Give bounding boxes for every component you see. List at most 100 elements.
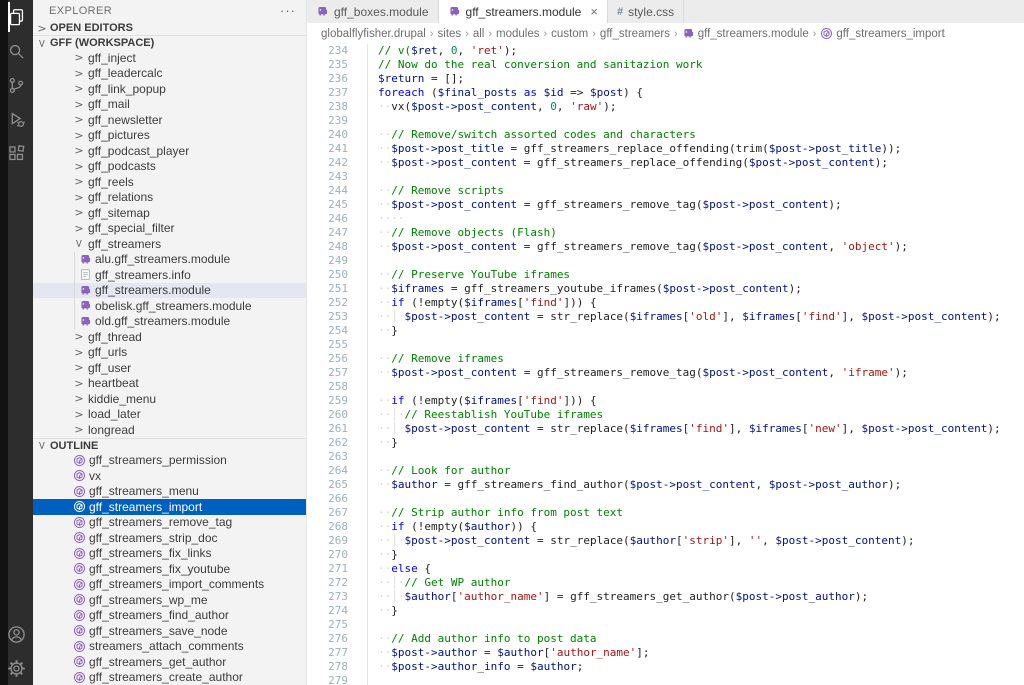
tree-item-gff_streamers.info[interactable]: gff_streamers.info bbox=[33, 267, 306, 283]
tree-item-gff_streamers.module[interactable]: gff_streamers.module bbox=[33, 283, 306, 299]
line-number[interactable]: 259 bbox=[307, 394, 348, 408]
activity-explorer-icon[interactable] bbox=[0, 0, 33, 34]
outline-item-gff_streamers_permission[interactable]: gff_streamers_permission bbox=[33, 453, 306, 469]
code-line[interactable]: 247··// Remove objects (Flash) bbox=[307, 226, 1024, 240]
code-line[interactable]: 254··} bbox=[307, 324, 1024, 338]
outline-item-gff_streamers_menu[interactable]: gff_streamers_menu bbox=[33, 484, 306, 500]
activity-search-icon[interactable] bbox=[0, 34, 33, 68]
line-number[interactable]: 256 bbox=[307, 352, 348, 366]
tree-item-gff_leadercalc[interactable]: >gff_leadercalc bbox=[33, 66, 306, 82]
tree-item-gff_podcast_player[interactable]: >gff_podcast_player bbox=[33, 143, 306, 159]
code-line[interactable]: 246···· bbox=[307, 212, 1024, 226]
code-editor[interactable]: 234// v($ret, 0, 'ret');235// Now do the… bbox=[307, 44, 1024, 685]
section-workspace[interactable]: > GFF (WORKSPACE) bbox=[33, 35, 306, 50]
breadcrumb-item-modules[interactable]: modules bbox=[496, 28, 539, 40]
tree-item-gff_user[interactable]: >gff_user bbox=[33, 360, 306, 376]
code-line[interactable]: 257··$post->post_content = gff_streamers… bbox=[307, 366, 1024, 380]
outline-item-gff_streamers_find_author[interactable]: gff_streamers_find_author bbox=[33, 608, 306, 624]
tree-item-old.gff_streamers.module[interactable]: old.gff_streamers.module bbox=[33, 314, 306, 330]
line-number[interactable]: 246 bbox=[307, 212, 348, 226]
code-line[interactable]: 275 bbox=[307, 618, 1024, 632]
code-line[interactable]: 235// Now do the real conversion and san… bbox=[307, 58, 1024, 72]
tree-item-gff_pictures[interactable]: >gff_pictures bbox=[33, 128, 306, 144]
line-number[interactable]: 241 bbox=[307, 142, 348, 156]
tree-item-gff_link_popup[interactable]: >gff_link_popup bbox=[33, 81, 306, 97]
breadcrumb-item-gff_streamers_import[interactable]: gff_streamers_import bbox=[820, 27, 944, 40]
tree-item-gff_urls[interactable]: >gff_urls bbox=[33, 345, 306, 361]
tree-item-gff_mail[interactable]: >gff_mail bbox=[33, 97, 306, 113]
code-line[interactable]: 273··│·$author['author_name'] = gff_stre… bbox=[307, 590, 1024, 604]
code-line[interactable]: 252··if (!empty($iframes['find'])) { bbox=[307, 296, 1024, 310]
tree-item-load_later[interactable]: >load_later bbox=[33, 407, 306, 423]
line-number[interactable]: 271 bbox=[307, 562, 348, 576]
code-line[interactable]: 253··│·$post->post_content = str_replace… bbox=[307, 310, 1024, 324]
activity-account-icon[interactable] bbox=[0, 617, 33, 651]
section-open-editors[interactable]: > OPEN EDITORS bbox=[33, 22, 306, 36]
tree-item-obelisk.gff_streamers.module[interactable]: obelisk.gff_streamers.module bbox=[33, 298, 306, 314]
line-number[interactable]: 257 bbox=[307, 366, 348, 380]
line-number[interactable]: 255 bbox=[307, 338, 348, 352]
code-line[interactable]: 266 bbox=[307, 492, 1024, 506]
tab-style.css[interactable]: #style.css bbox=[608, 0, 684, 23]
line-number[interactable]: 278 bbox=[307, 660, 348, 674]
line-number[interactable]: 239 bbox=[307, 114, 348, 128]
outline-item-gff_streamers_save_node[interactable]: gff_streamers_save_node bbox=[33, 623, 306, 639]
code-line[interactable]: 248··$post->post_content = gff_streamers… bbox=[307, 240, 1024, 254]
line-number[interactable]: 243 bbox=[307, 170, 348, 184]
code-line[interactable]: 260··│·// Reestablish YouTube iframes bbox=[307, 408, 1024, 422]
outline-item-gff_streamers_remove_tag[interactable]: gff_streamers_remove_tag bbox=[33, 515, 306, 531]
code-line[interactable]: 272··│·// Get WP author bbox=[307, 576, 1024, 590]
tree-item-heartbeat[interactable]: >heartbeat bbox=[33, 376, 306, 392]
code-line[interactable]: 236$return = []; bbox=[307, 72, 1024, 86]
outline-item-gff_streamers_fix_youtube[interactable]: gff_streamers_fix_youtube bbox=[33, 561, 306, 577]
line-number[interactable]: 266 bbox=[307, 492, 348, 506]
activity-run-debug-icon[interactable] bbox=[0, 102, 33, 136]
tab-gff_streamers.module[interactable]: gff_streamers.module× bbox=[439, 0, 608, 23]
tree-item-gff_special_filter[interactable]: >gff_special_filter bbox=[33, 221, 306, 237]
tree-item-kiddie_menu[interactable]: >kiddie_menu bbox=[33, 391, 306, 407]
line-number[interactable]: 268 bbox=[307, 520, 348, 534]
code-line[interactable]: 276··// Add author info to post data bbox=[307, 632, 1024, 646]
line-number[interactable]: 277 bbox=[307, 646, 348, 660]
more-actions-icon[interactable]: ··· bbox=[280, 3, 296, 18]
code-line[interactable]: 258 bbox=[307, 380, 1024, 394]
activity-settings-gear-icon[interactable] bbox=[0, 651, 33, 685]
line-number[interactable]: 235 bbox=[307, 58, 348, 72]
line-number[interactable]: 262 bbox=[307, 436, 348, 450]
line-number[interactable]: 267 bbox=[307, 506, 348, 520]
line-number[interactable]: 269 bbox=[307, 534, 348, 548]
tab-gff_boxes.module[interactable]: gff_boxes.module bbox=[307, 0, 439, 23]
activity-source-control-icon[interactable] bbox=[0, 68, 33, 102]
code-line[interactable]: 238··vx($post->post_content, 0, 'raw'); bbox=[307, 100, 1024, 114]
code-line[interactable]: 274··} bbox=[307, 604, 1024, 618]
line-number[interactable]: 238 bbox=[307, 100, 348, 114]
tree-item-gff_relations[interactable]: >gff_relations bbox=[33, 190, 306, 206]
line-number[interactable]: 247 bbox=[307, 226, 348, 240]
outline-item-gff_streamers_import_comments[interactable]: gff_streamers_import_comments bbox=[33, 577, 306, 593]
activity-extensions-icon[interactable] bbox=[0, 136, 33, 170]
code-line[interactable]: 262··} bbox=[307, 436, 1024, 450]
code-line[interactable]: 269··│·$post->post_content = str_replace… bbox=[307, 534, 1024, 548]
line-number[interactable]: 258 bbox=[307, 380, 348, 394]
line-number[interactable]: 236 bbox=[307, 72, 348, 86]
line-number[interactable]: 234 bbox=[307, 44, 348, 58]
code-line[interactable]: 237foreach ($final_posts as $id => $post… bbox=[307, 86, 1024, 100]
code-line[interactable]: 271··else { bbox=[307, 562, 1024, 576]
breadcrumb-item-gff_streamers.module[interactable]: gff_streamers.module bbox=[682, 27, 809, 40]
line-number[interactable]: 270 bbox=[307, 548, 348, 562]
outline-item-gff_streamers_fix_links[interactable]: gff_streamers_fix_links bbox=[33, 546, 306, 562]
tree-item-gff_reels[interactable]: >gff_reels bbox=[33, 174, 306, 190]
code-line[interactable]: 263 bbox=[307, 450, 1024, 464]
code-line[interactable]: 241··$post->post_title = gff_streamers_r… bbox=[307, 142, 1024, 156]
breadcrumb-item-globalflyfisher.drupal[interactable]: globalflyfisher.drupal bbox=[321, 28, 426, 40]
code-line[interactable]: 259··if (!empty($iframes['find'])) { bbox=[307, 394, 1024, 408]
code-line[interactable]: 265··$author = gff_streamers_find_author… bbox=[307, 478, 1024, 492]
line-number[interactable]: 276 bbox=[307, 632, 348, 646]
line-number[interactable]: 272 bbox=[307, 576, 348, 590]
line-number[interactable]: 254 bbox=[307, 324, 348, 338]
tree-item-gff_inject[interactable]: >gff_inject bbox=[33, 50, 306, 66]
line-number[interactable]: 260 bbox=[307, 408, 348, 422]
code-line[interactable]: 261··│·$post->post_content = str_replace… bbox=[307, 422, 1024, 436]
code-line[interactable]: 244··// Remove scripts bbox=[307, 184, 1024, 198]
code-line[interactable]: 242··$post->post_content = gff_streamers… bbox=[307, 156, 1024, 170]
